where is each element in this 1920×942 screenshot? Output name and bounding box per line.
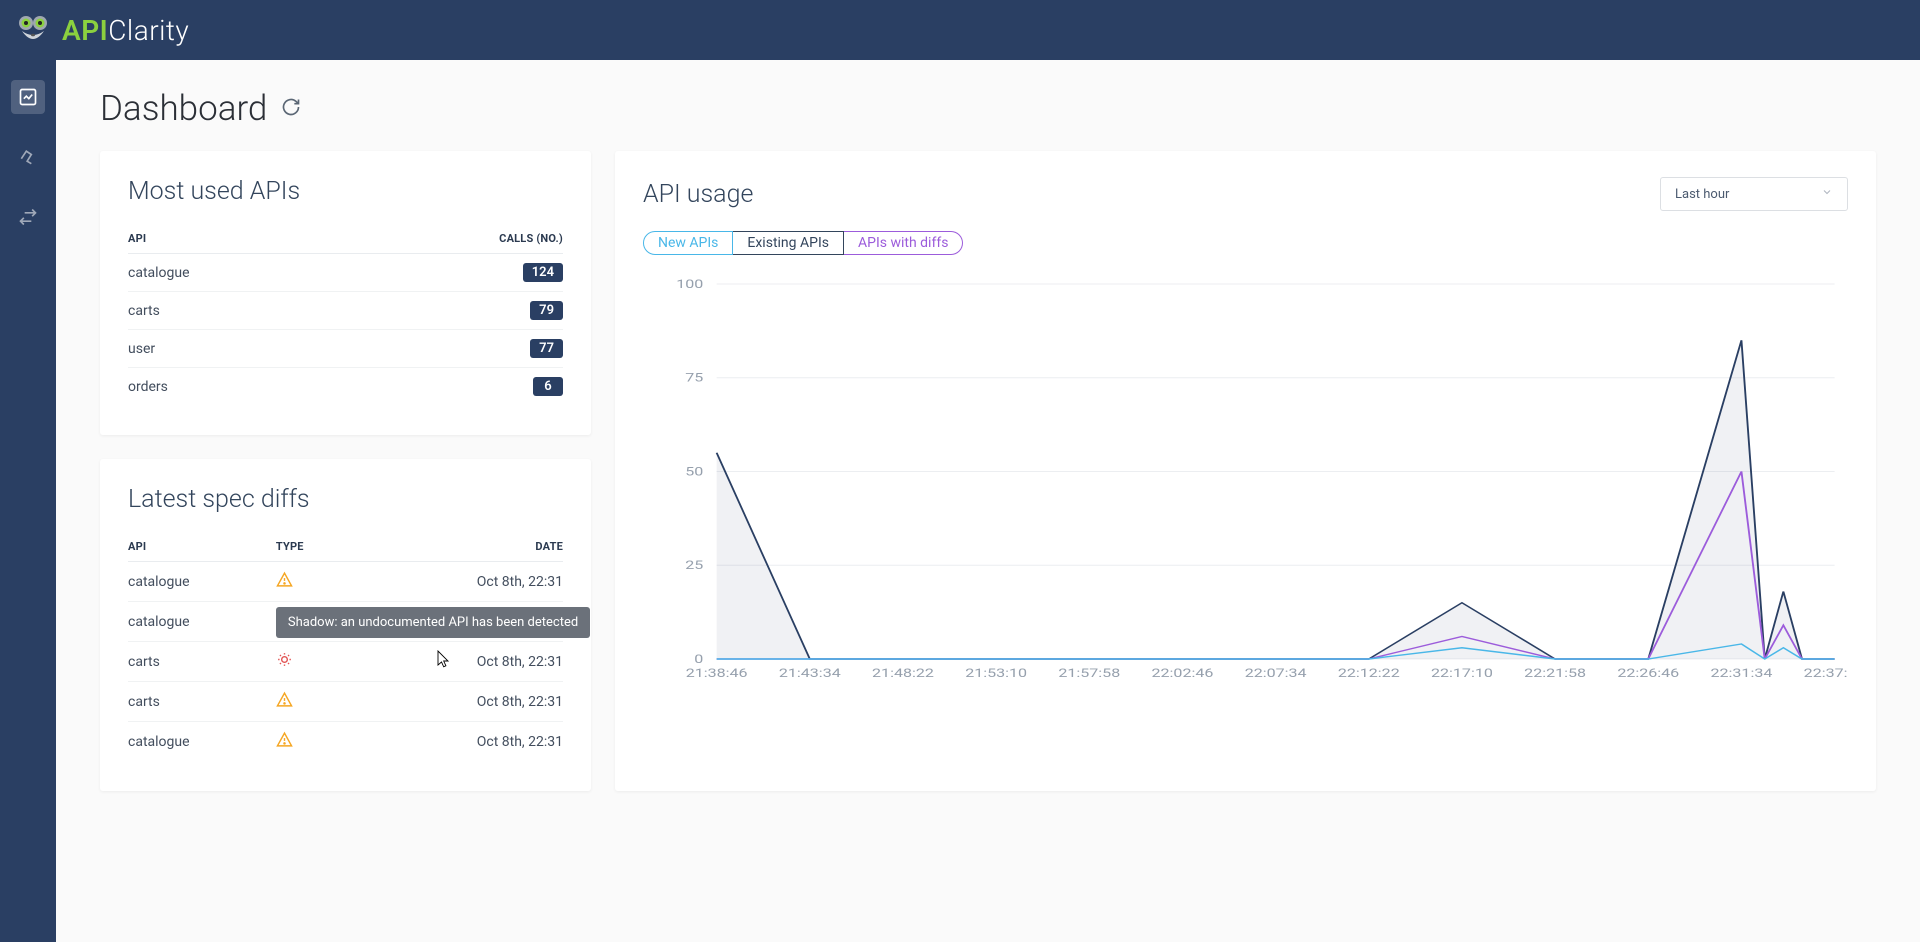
svg-text:22:37:34: 22:37:34 (1804, 667, 1848, 681)
svg-text:22:07:34: 22:07:34 (1245, 667, 1307, 681)
diff-date: Oct 8th, 22:31 (406, 722, 563, 762)
time-range-label: Last hour (1675, 187, 1729, 202)
diff-type (276, 722, 407, 762)
call-count: 124 (342, 254, 564, 292)
table-row[interactable]: user 77 (128, 330, 563, 368)
tooltip: Shadow: an undocumented API has been det… (276, 607, 590, 638)
logo-clarity: Clarity (108, 14, 189, 47)
svg-text:21:48:22: 21:48:22 (872, 667, 934, 681)
diff-type (276, 682, 407, 722)
svg-text:21:53:10: 21:53:10 (965, 667, 1027, 681)
top-bar: APIClarity (0, 0, 1920, 60)
diff-type (276, 562, 407, 602)
warning-icon (276, 736, 293, 752)
sidebar (0, 60, 56, 942)
card-title: Most used APIs (128, 177, 563, 206)
card-title: API usage (643, 180, 753, 209)
col-api: API (128, 224, 342, 254)
svg-text:22:31:34: 22:31:34 (1711, 667, 1773, 681)
svg-text:22:26:46: 22:26:46 (1617, 667, 1679, 681)
svg-text:22:17:10: 22:17:10 (1431, 667, 1493, 681)
svg-text:22:21:58: 22:21:58 (1524, 667, 1586, 681)
legend-new-apis[interactable]: New APIs (643, 231, 733, 255)
api-usage-card: API usage Last hour New APIs Existing AP… (615, 151, 1876, 791)
mascot-icon (12, 9, 54, 51)
table-row[interactable]: carts 79 (128, 292, 563, 330)
sidebar-item-events[interactable] (11, 200, 45, 234)
svg-text:100: 100 (676, 278, 703, 292)
call-count: 79 (342, 292, 564, 330)
api-name: carts (128, 642, 276, 682)
col-api: API (128, 532, 276, 562)
table-row[interactable]: catalogue 124 (128, 254, 563, 292)
api-name: catalogue (128, 602, 276, 642)
page-title: Dashboard (100, 88, 267, 129)
legend-apis-with-diffs[interactable]: APIs with diffs (844, 231, 963, 255)
svg-text:21:57:58: 21:57:58 (1058, 667, 1120, 681)
legend-existing-apis[interactable]: Existing APIs (733, 231, 844, 255)
api-name: carts (128, 292, 342, 330)
svg-text:21:43:34: 21:43:34 (779, 667, 841, 681)
shadow-icon (276, 656, 293, 672)
api-usage-chart: 0 25 50 75 100 21:38:46 21:43:34 21:48:22 21:53:… (643, 269, 1848, 699)
svg-text:25: 25 (685, 559, 703, 573)
diff-date: Oct 8th, 22:31 (406, 642, 563, 682)
table-row[interactable]: orders 6 (128, 368, 563, 406)
call-count: 6 (342, 368, 564, 406)
chevron-down-icon (1821, 186, 1833, 202)
legend-pills: New APIs Existing APIs APIs with diffs (643, 231, 1848, 255)
api-name: orders (128, 368, 342, 406)
api-name: carts (128, 682, 276, 722)
diff-date: Oct 8th, 22:31 (406, 682, 563, 722)
svg-text:0: 0 (694, 653, 703, 667)
time-range-select[interactable]: Last hour (1660, 177, 1848, 211)
card-title: Latest spec diffs (128, 485, 563, 514)
warning-icon (276, 576, 293, 592)
svg-text:22:12:22: 22:12:22 (1338, 667, 1400, 681)
table-row[interactable]: carts Oct 8th, 22:31 (128, 682, 563, 722)
col-type: TYPE (276, 532, 407, 562)
sidebar-item-dashboard[interactable] (11, 80, 45, 114)
latest-spec-diffs-card: Latest spec diffs API TYPE DATE catalogu… (100, 459, 591, 791)
svg-text:22:02:46: 22:02:46 (1152, 667, 1214, 681)
sidebar-item-inventory[interactable] (11, 140, 45, 174)
svg-text:75: 75 (685, 372, 703, 386)
svg-text:21:38:46: 21:38:46 (686, 667, 748, 681)
table-row[interactable]: catalogue Oct 8th, 22:31 (128, 722, 563, 762)
diff-type: Shadow: an undocumented API has been det… (276, 642, 407, 682)
api-name: catalogue (128, 562, 276, 602)
col-calls: CALLS (NO.) (342, 224, 564, 254)
call-count: 77 (342, 330, 564, 368)
svg-text:50: 50 (685, 465, 703, 479)
most-used-apis-card: Most used APIs API CALLS (NO.) catalogue… (100, 151, 591, 435)
logo-api: API (62, 14, 108, 47)
table-row[interactable]: catalogue Oct 8th, 22:31 (128, 562, 563, 602)
app-logo: APIClarity (12, 9, 189, 51)
refresh-icon[interactable] (281, 97, 301, 121)
warning-icon (276, 696, 293, 712)
table-row[interactable]: carts Shadow: an undocumented API has be… (128, 642, 563, 682)
diff-date: Oct 8th, 22:31 (406, 562, 563, 602)
api-name: user (128, 330, 342, 368)
col-date: DATE (406, 532, 563, 562)
api-name: catalogue (128, 722, 276, 762)
api-name: catalogue (128, 254, 342, 292)
